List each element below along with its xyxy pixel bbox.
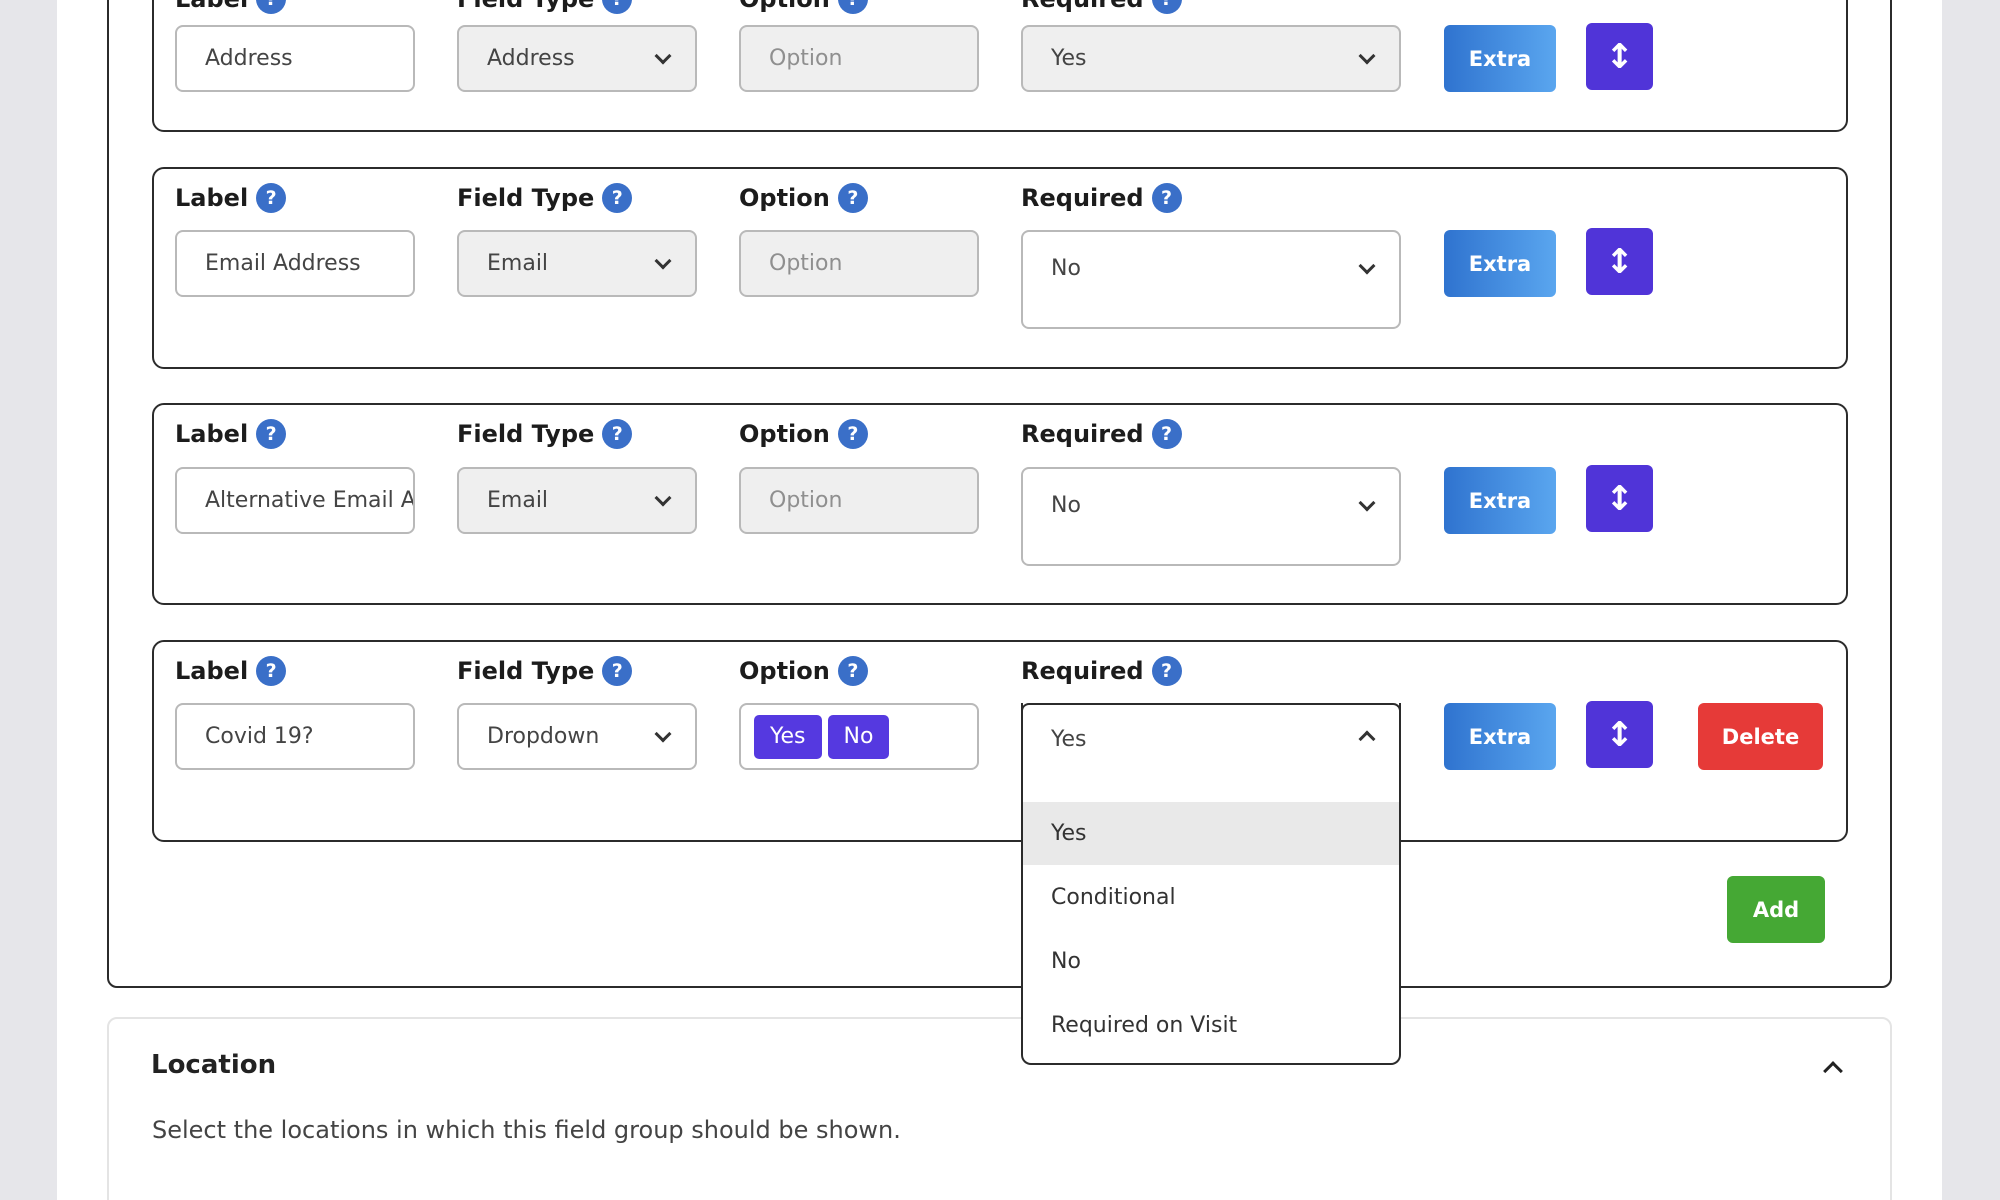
- add-button[interactable]: Add: [1727, 876, 1825, 943]
- help-icon[interactable]: ?: [1151, 656, 1182, 686]
- option-placeholder: Option: [769, 488, 843, 513]
- delete-button[interactable]: Delete: [1698, 703, 1823, 770]
- chevron-down-icon: [654, 725, 672, 742]
- help-icon[interactable]: ?: [256, 656, 287, 686]
- location-section: [107, 1017, 1892, 1200]
- label-header: Label?: [175, 656, 287, 686]
- location-title: Location: [151, 1050, 277, 1080]
- chevron-down-icon: [1358, 257, 1376, 275]
- dropdown-option-required-on-visit[interactable]: Required on Visit: [1023, 993, 1399, 1057]
- required-select[interactable]: No: [1021, 230, 1401, 329]
- option-tags-input[interactable]: Yes No: [739, 703, 979, 770]
- required-select[interactable]: Yes: [1021, 25, 1401, 92]
- required-select-open[interactable]: Yes: [1021, 703, 1401, 802]
- move-arrows-icon[interactable]: ↕: [1586, 228, 1653, 295]
- required-value: No: [1051, 256, 1081, 281]
- help-icon[interactable]: ?: [602, 656, 633, 686]
- extra-button[interactable]: Extra: [1444, 230, 1556, 297]
- help-icon[interactable]: ?: [256, 183, 287, 213]
- help-icon[interactable]: ?: [837, 0, 868, 14]
- help-icon[interactable]: ?: [602, 419, 633, 449]
- help-icon[interactable]: ?: [1151, 0, 1182, 14]
- option-header: Option?: [739, 183, 868, 213]
- option-input[interactable]: Option: [739, 467, 979, 534]
- required-header: Required?: [1021, 656, 1182, 686]
- option-input[interactable]: Option: [739, 230, 979, 297]
- label-input[interactable]: Address: [175, 25, 415, 92]
- label-header: Label?: [175, 183, 287, 213]
- move-arrows-icon[interactable]: ↕: [1586, 23, 1653, 90]
- required-value: Yes: [1051, 727, 1087, 752]
- option-chip[interactable]: Yes: [754, 714, 822, 759]
- dropdown-option-conditional[interactable]: Conditional: [1023, 865, 1399, 929]
- chevron-down-icon: [654, 489, 672, 506]
- label-input[interactable]: Alternative Email Address: [175, 467, 415, 534]
- label-input[interactable]: Covid 19?: [175, 703, 415, 770]
- chevron-down-icon: [654, 47, 672, 64]
- extra-button[interactable]: Extra: [1444, 703, 1556, 770]
- dropdown-option-no[interactable]: No: [1023, 929, 1399, 993]
- help-icon[interactable]: ?: [602, 0, 633, 14]
- extra-button[interactable]: Extra: [1444, 25, 1556, 92]
- help-icon[interactable]: ?: [837, 183, 868, 213]
- field-type-header: Field Type?: [457, 183, 633, 213]
- field-type-header: Field Type?: [457, 656, 633, 686]
- move-arrows-icon[interactable]: ↕: [1586, 465, 1653, 532]
- option-placeholder: Option: [769, 251, 843, 276]
- label-header: Label?: [175, 419, 287, 449]
- field-type-select[interactable]: Dropdown: [457, 703, 697, 770]
- label-input-value: Alternative Email Address: [205, 488, 415, 513]
- label-input-value: Address: [205, 46, 293, 71]
- help-icon[interactable]: ?: [837, 656, 868, 686]
- field-type-header: Field Type?: [457, 419, 633, 449]
- chevron-down-icon: [1358, 47, 1376, 64]
- required-header: Required?: [1021, 183, 1182, 213]
- required-header: Required?: [1021, 419, 1182, 449]
- help-icon[interactable]: ?: [602, 183, 633, 213]
- required-value: No: [1051, 493, 1081, 518]
- option-header: Option?: [739, 0, 868, 14]
- option-header: Option?: [739, 419, 868, 449]
- label-input[interactable]: Email Address: [175, 230, 415, 297]
- location-description: Select the locations in which this field…: [152, 1116, 901, 1144]
- move-arrows-icon[interactable]: ↕: [1586, 701, 1653, 768]
- chevron-down-icon: [1358, 494, 1376, 512]
- dropdown-option-yes[interactable]: Yes: [1023, 801, 1399, 865]
- label-header: Label?: [175, 0, 287, 14]
- field-type-select[interactable]: Email: [457, 230, 697, 297]
- field-type-value: Email: [487, 488, 549, 513]
- field-type-header: Field Type?: [457, 0, 633, 14]
- field-type-value: Address: [487, 46, 575, 71]
- required-value: Yes: [1051, 46, 1087, 71]
- option-header: Option?: [739, 656, 868, 686]
- help-icon[interactable]: ?: [256, 0, 287, 14]
- label-input-value: Covid 19?: [205, 724, 314, 749]
- field-type-value: Email: [487, 251, 549, 276]
- chevron-up-icon: [1358, 730, 1376, 748]
- field-type-select[interactable]: Email: [457, 467, 697, 534]
- chevron-down-icon: [654, 252, 672, 269]
- option-placeholder: Option: [769, 46, 843, 71]
- required-header: Required?: [1021, 0, 1182, 14]
- option-input[interactable]: Option: [739, 25, 979, 92]
- help-icon[interactable]: ?: [256, 419, 287, 449]
- help-icon[interactable]: ?: [837, 419, 868, 449]
- field-type-select[interactable]: Address: [457, 25, 697, 92]
- help-icon[interactable]: ?: [1151, 183, 1182, 213]
- help-icon[interactable]: ?: [1151, 419, 1182, 449]
- field-type-value: Dropdown: [487, 724, 600, 749]
- extra-button[interactable]: Extra: [1444, 467, 1556, 534]
- option-chip[interactable]: No: [827, 714, 890, 759]
- required-select[interactable]: No: [1021, 467, 1401, 566]
- label-input-value: Email Address: [205, 251, 361, 276]
